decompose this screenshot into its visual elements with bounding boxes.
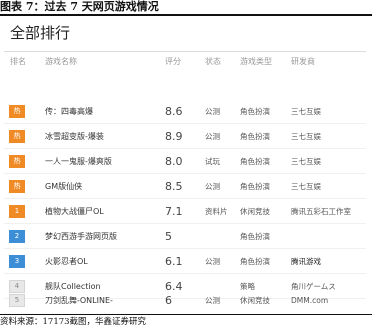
game-type: 角色扮演 [240, 132, 270, 141]
game-developer: 腾讯游戏 [291, 257, 321, 266]
game-developer: 三七互娱 [291, 107, 321, 116]
game-status: 公测 [205, 107, 220, 116]
game-status: 试玩 [205, 157, 220, 166]
game-type: 休闲竞技 [240, 207, 270, 216]
game-score: 5 [165, 230, 172, 243]
table-header: 排名 游戏名称 评分 状态 游戏类型 研发商 [4, 53, 370, 71]
game-developer: 三七互娱 [291, 157, 321, 166]
caption-divider [0, 14, 372, 16]
header-developer: 研发商 [291, 57, 315, 66]
game-status: 公测 [205, 257, 220, 266]
rank-badge: 5 [9, 294, 25, 307]
rank-badge: 2 [9, 230, 25, 243]
game-type: 角色扮演 [240, 107, 270, 116]
table-row[interactable]: 热 一人一鬼服-爆爽版 8.0 试玩 角色扮演 三七互娱 [4, 149, 370, 174]
game-name-link[interactable]: 传：四毒高爆 [45, 99, 157, 124]
source-divider [0, 314, 372, 315]
game-name-link[interactable]: 梦幻西游手游网页版 [45, 224, 157, 249]
title-divider [4, 51, 366, 52]
game-name-link[interactable]: 冰雪超变版-爆装 [45, 124, 157, 149]
game-type: 角色扮演 [240, 232, 270, 241]
game-score: 7.1 [165, 205, 183, 218]
header-type: 游戏类型 [240, 57, 272, 66]
game-type: 角色扮演 [240, 182, 270, 191]
rank-badge: 热 [9, 180, 25, 193]
rank-badge: 3 [9, 255, 25, 268]
rank-badge: 热 [9, 105, 25, 118]
panel-title: 全部排行 [10, 24, 71, 42]
table-row[interactable]: 2 梦幻西游手游网页版 5 角色扮演 [4, 224, 370, 249]
game-name-link[interactable]: 刀剑乱舞-ONLINE- [45, 289, 157, 313]
header-name: 游戏名称 [45, 57, 77, 66]
header-rank: 排名 [10, 57, 26, 66]
header-score: 评分 [165, 57, 181, 66]
rank-badge: 1 [9, 205, 25, 218]
source-note: 资料来源：17173截图，华鑫证券研究 [0, 317, 147, 327]
game-status: 资料片 [205, 207, 228, 216]
game-score: 6.1 [165, 255, 183, 268]
rank-badge: 热 [9, 130, 25, 143]
table-row[interactable]: 热 传：四毒高爆 8.6 公测 角色扮演 三七互娱 [4, 99, 370, 124]
game-name-link[interactable]: 火影忍者OL [45, 249, 157, 274]
game-type: 角色扮演 [240, 157, 270, 166]
game-name-link[interactable]: 植物大战僵尸OL [45, 199, 157, 224]
header-status: 状态 [205, 57, 221, 66]
table-row[interactable]: 3 火影忍者OL 6.1 公测 角色扮演 腾讯游戏 [4, 249, 370, 274]
game-developer: 腾讯五彩石工作室 [291, 207, 351, 216]
game-status: 公测 [205, 296, 220, 305]
rank-badge: 热 [9, 155, 25, 168]
table-row[interactable]: 1 植物大战僵尸OL 7.1 资料片 休闲竞技 腾讯五彩石工作室 [4, 199, 370, 224]
game-score: 6 [165, 294, 172, 307]
table-row[interactable]: 热 GM版仙侠 8.5 公测 角色扮演 三七互娱 [4, 174, 370, 199]
table-row[interactable]: 热 冰雪超变版-爆装 8.9 公测 角色扮演 三七互娱 [4, 124, 370, 149]
game-status: 公测 [205, 132, 220, 141]
game-developer: 三七互娱 [291, 132, 321, 141]
game-status: 公测 [205, 182, 220, 191]
game-score: 8.5 [165, 180, 183, 193]
game-type: 休闲竞技 [240, 296, 270, 305]
game-developer: DMM.com [291, 296, 329, 305]
game-name-link[interactable]: GM版仙侠 [45, 174, 157, 199]
game-type: 角色扮演 [240, 257, 270, 266]
game-developer: 三七互娱 [291, 182, 321, 191]
game-score: 8.9 [165, 130, 183, 143]
ranking-panel: 全部排行 排名 游戏名称 评分 状态 游戏类型 研发商 热 传：四毒高爆 8.6… [4, 18, 370, 314]
game-name-link[interactable]: 一人一鬼服-爆爽版 [45, 149, 157, 174]
game-score: 8.6 [165, 105, 183, 118]
table-row[interactable]: 5 刀剑乱舞-ONLINE- 6 公测 休闲竞技 DMM.com [4, 289, 370, 313]
game-score: 8.0 [165, 155, 183, 168]
